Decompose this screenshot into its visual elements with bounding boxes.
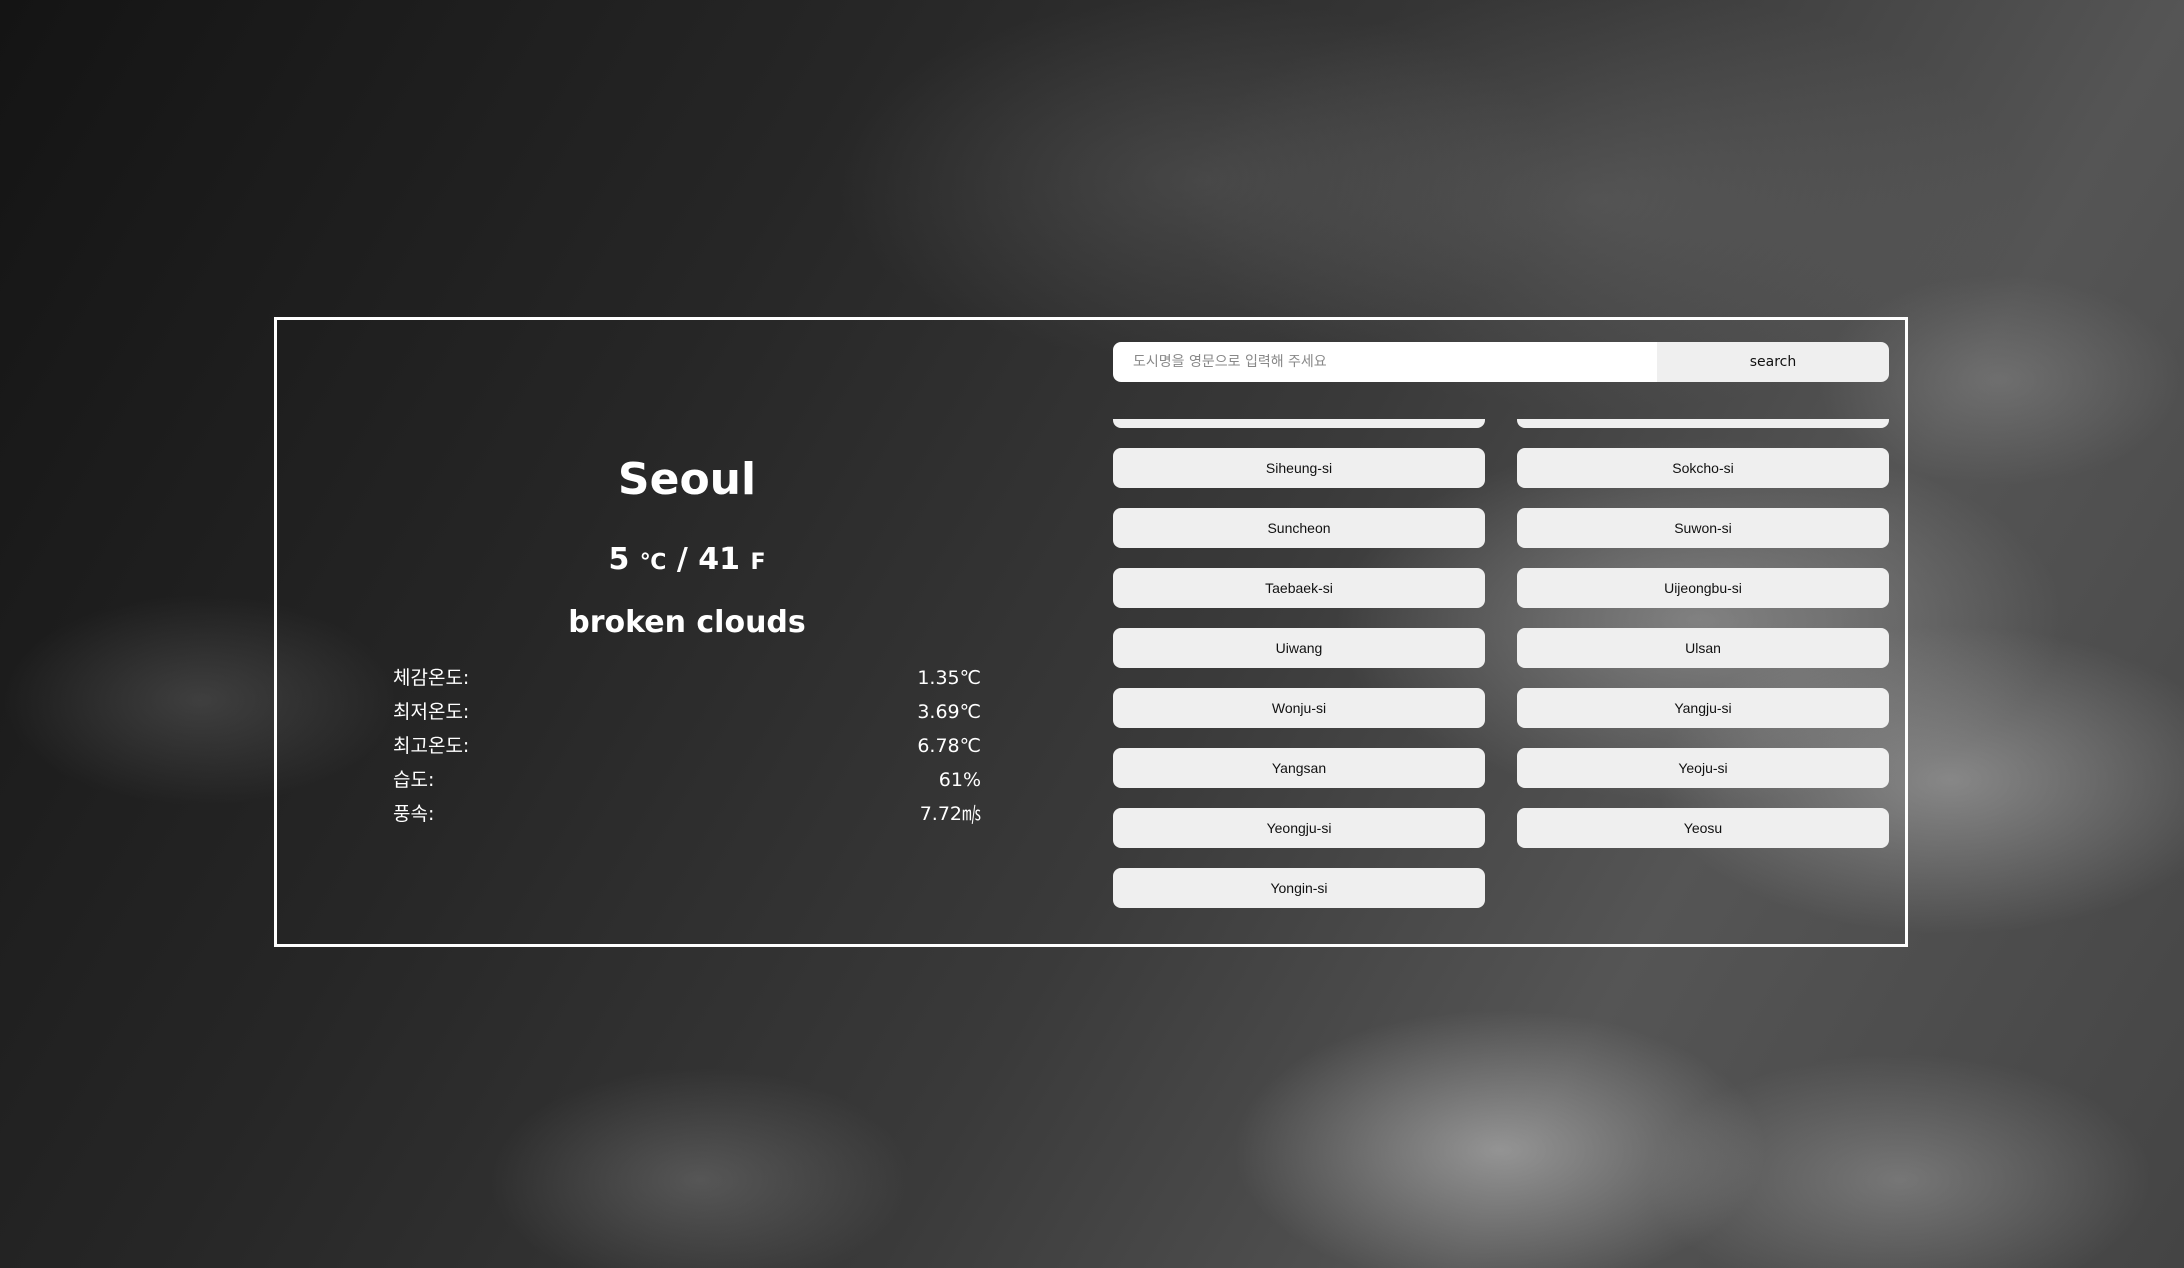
city-search-input[interactable] (1113, 342, 1657, 382)
city-button-yangsan[interactable]: Yangsan (1113, 748, 1485, 788)
weather-description: broken clouds (568, 605, 806, 640)
stat-value: 1.35℃ (917, 667, 981, 689)
stat-max-temp: 최고온도: 6.78℃ (393, 729, 981, 763)
temperature-line: 5 ℃ / 41 F (277, 542, 1097, 581)
city-button-uiwang[interactable]: Uiwang (1113, 628, 1485, 668)
current-weather-section: Seoul 5 ℃ / 41 F broken clouds 체감온도: 1.3… (277, 320, 1097, 944)
city-button-taebaek[interactable]: Taebaek-si (1113, 568, 1485, 608)
city-button-ulsan[interactable]: Ulsan (1517, 628, 1889, 668)
search-button[interactable]: search (1657, 342, 1889, 382)
stat-label: 체감온도: (393, 667, 470, 689)
city-button-suncheon[interactable]: Suncheon (1113, 508, 1485, 548)
city-button-yangju[interactable]: Yangju-si (1517, 688, 1889, 728)
fahrenheit-unit: F (750, 550, 766, 575)
stat-wind-speed: 풍속: 7.72㎧ (393, 797, 981, 831)
temp-celsius: 5 (608, 542, 630, 577)
stat-label: 최저온도: (393, 701, 470, 723)
stat-label: 풍속: (393, 803, 435, 825)
stat-label: 최고온도: (393, 735, 470, 757)
city-button-yeosu[interactable]: Yeosu (1517, 808, 1889, 848)
stat-value: 7.72㎧ (919, 803, 981, 825)
city-button-wonju[interactable]: Wonju-si (1113, 688, 1485, 728)
city-button-siheung[interactable]: Siheung-si (1113, 448, 1485, 488)
city-button-yeoju[interactable]: Yeoju-si (1517, 748, 1889, 788)
city-button-sokcho[interactable]: Sokcho-si (1517, 448, 1889, 488)
weather-stats: 체감온도: 1.35℃ 최저온도: 3.69℃ 최고온도: 6.78℃ 습도: … (393, 661, 981, 831)
city-name: Seoul (617, 454, 757, 505)
search-bar: search (1113, 342, 1889, 382)
celsius-unit: ℃ (639, 550, 667, 575)
city-button-yeongju[interactable]: Yeongju-si (1113, 808, 1485, 848)
stat-value: 3.69℃ (917, 701, 981, 723)
weather-panel: Seoul 5 ℃ / 41 F broken clouds 체감온도: 1.3… (274, 317, 1908, 947)
city-button-suwon[interactable]: Suwon-si (1517, 508, 1889, 548)
city-button-uijeongbu[interactable]: Uijeongbu-si (1517, 568, 1889, 608)
stat-min-temp: 최저온도: 3.69℃ (393, 695, 981, 729)
stat-value: 6.78℃ (917, 735, 981, 757)
city-button-yongin[interactable]: Yongin-si (1113, 868, 1485, 908)
temp-separator: / (666, 542, 699, 577)
city-button-partial[interactable] (1113, 419, 1485, 428)
stat-value: 61% (938, 769, 981, 791)
stat-label: 습도: (393, 769, 435, 791)
temp-fahrenheit: 41 (698, 542, 741, 577)
stat-humidity: 습도: 61% (393, 763, 981, 797)
city-button-partial[interactable] (1517, 419, 1889, 428)
stat-feels-like: 체감온도: 1.35℃ (393, 661, 981, 695)
